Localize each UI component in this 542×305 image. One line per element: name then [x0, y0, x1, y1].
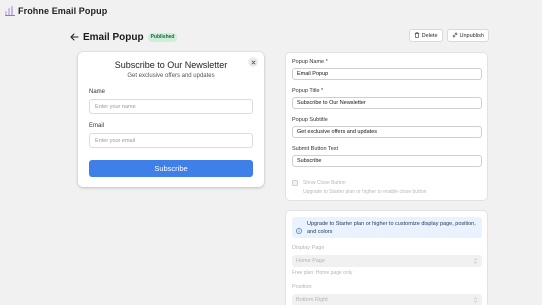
content-settings-card: Popup Name * Email Popup Popup Title * S…: [285, 52, 488, 201]
popup-name-input[interactable]: Email Popup: [292, 68, 482, 80]
app-page: Frohne Email Popup Email Popup Published…: [0, 0, 542, 305]
email-field[interactable]: Enter your email: [89, 133, 253, 148]
unpublish-label: Unpublish: [459, 32, 484, 39]
show-close-checkbox[interactable]: [292, 179, 298, 186]
upgrade-info-text: Upgrade to Starter plan or higher to cus…: [307, 221, 476, 235]
trash-icon: [414, 32, 420, 40]
popup-subtitle-label: Popup Subtitle: [292, 117, 328, 123]
show-close-row: Show Close Button Upgrade to Starter pla…: [292, 179, 426, 197]
show-close-label: Show Close Button: [303, 180, 346, 186]
position-value: Bottom Right: [296, 297, 328, 303]
delete-label: Delete: [421, 32, 438, 39]
popup-title-label: Popup Title *: [292, 88, 324, 94]
display-page-value: Home Page: [296, 258, 326, 264]
submit-text-label: Submit Button Text: [292, 146, 339, 152]
name-field[interactable]: Enter your name: [89, 99, 253, 114]
bar-chart-icon: [5, 6, 15, 16]
popup-preview: Subscribe to Our Newsletter Get exclusiv…: [78, 52, 264, 187]
status-badge: Published: [147, 32, 178, 42]
position-label: Position: [292, 284, 312, 290]
preview-subtitle: Get exclusive offers and updates: [127, 73, 215, 79]
header-actions: Delete Unpublish: [408, 29, 489, 42]
popup-name-label: Popup Name *: [292, 59, 328, 65]
app-title: Frohne Email Popup: [18, 6, 108, 16]
arrow-left-icon[interactable]: [70, 32, 80, 42]
display-page-label: Display Page: [292, 245, 325, 251]
name-label: Name: [89, 89, 106, 95]
chevron-updown-icon: [473, 297, 478, 303]
page-title: Email Popup: [83, 31, 144, 43]
subscribe-button[interactable]: Subscribe: [89, 160, 253, 177]
show-close-help: Upgrade to Starter plan or higher to ena…: [303, 189, 427, 195]
display-settings-card: Upgrade to Starter plan or higher to cus…: [285, 210, 488, 305]
popup-subtitle-input[interactable]: Get exclusive offers and updates: [292, 126, 482, 138]
email-label: Email: [89, 123, 105, 129]
display-page-help: Free plan: Home page only: [292, 270, 353, 276]
unpublish-button[interactable]: Unpublish: [446, 29, 489, 42]
preview-title: Subscribe to Our Newsletter: [114, 60, 228, 70]
chevron-updown-icon: [473, 258, 478, 264]
unlink-icon: [452, 32, 458, 40]
delete-button[interactable]: Delete: [408, 29, 443, 42]
display-page-select[interactable]: Home Page: [292, 255, 482, 267]
position-select[interactable]: Bottom Right: [292, 294, 482, 305]
submit-text-input[interactable]: Subscribe: [292, 155, 482, 167]
popup-title-input[interactable]: Subscribe to Our Newsletter: [292, 97, 482, 109]
info-icon: [296, 221, 302, 234]
page-header: Email Popup Published Delete Unpublish: [70, 29, 490, 45]
upgrade-info-box: Upgrade to Starter plan or higher to cus…: [292, 217, 482, 238]
top-bar: Frohne Email Popup: [0, 0, 542, 22]
